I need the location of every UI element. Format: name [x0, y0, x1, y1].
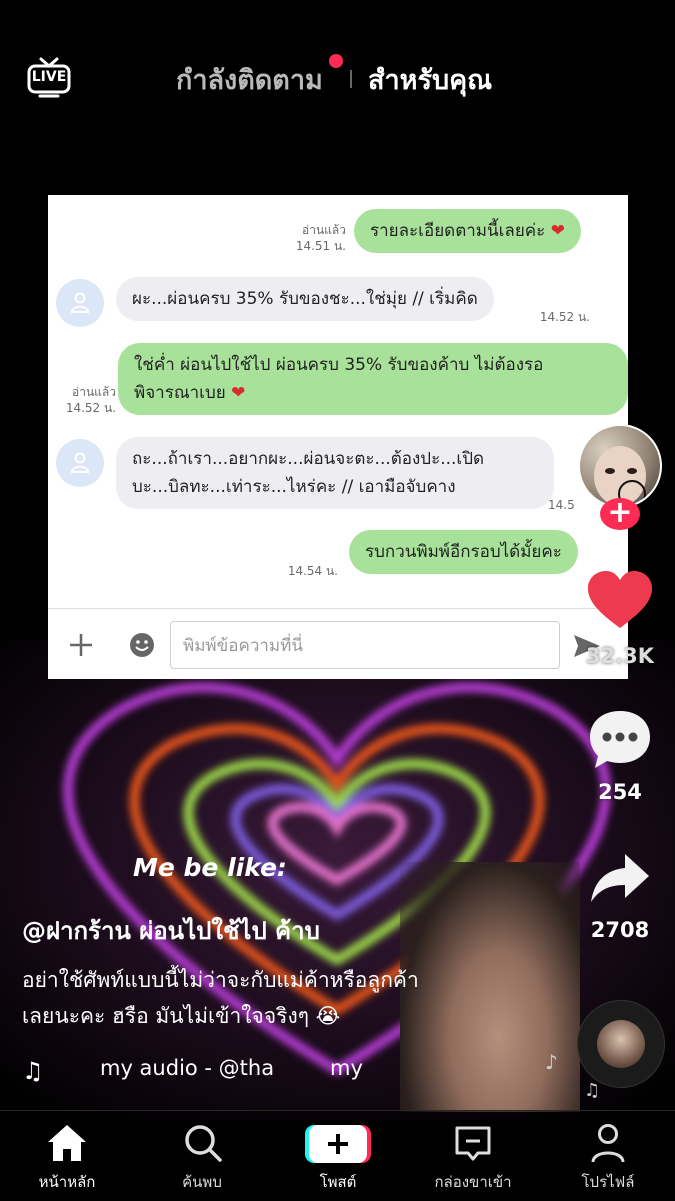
nav-inbox[interactable]: กล่องขาเข้า: [418, 1111, 528, 1201]
nav-label: กล่องขาเข้า: [434, 1173, 512, 1191]
read-status: อ่านแล้ว: [72, 385, 116, 399]
create-post-icon: [305, 1125, 371, 1163]
music-note-icon: ♫: [22, 1057, 44, 1085]
tab-divider: [350, 70, 352, 88]
nav-discover[interactable]: ค้นพบ: [147, 1111, 257, 1201]
like-count: 32.3K: [585, 644, 655, 668]
contact-avatar: [56, 279, 104, 327]
nav-post[interactable]: โพสต์: [283, 1111, 393, 1201]
contact-avatar: [56, 439, 104, 487]
nav-label: ค้นพบ: [182, 1173, 222, 1191]
floating-note-icon: ♫: [584, 1080, 601, 1101]
inbox-icon: [455, 1126, 491, 1161]
heart-icon[interactable]: [586, 570, 654, 630]
heart-emoji-icon: ❤: [550, 221, 565, 241]
floating-note-icon: ♪: [545, 1050, 558, 1074]
live-icon[interactable]: LIVE: [26, 56, 72, 100]
message-time: 14.51 น.: [295, 239, 346, 253]
heart-emoji-icon: ❤: [231, 383, 246, 403]
caption-line: อย่าใช้ศัพท์แบบนี้ไม่ว่าจะกับแม่ค้าหรือล…: [22, 968, 419, 992]
message-meta: อ่านแล้ว 14.52 น.: [50, 384, 116, 416]
nav-label: หน้าหลัก: [38, 1173, 96, 1191]
tab-for-you[interactable]: สำหรับคุณ: [368, 58, 492, 101]
audio-title[interactable]: my audio - @tha: [100, 1056, 274, 1080]
chat-bubble-received: ผะ...ผ่อนครบ 35% รับของชะ...ใช่มุ่ย // เ…: [116, 277, 494, 321]
home-icon: [48, 1125, 86, 1161]
video-caption: อย่าใช้ศัพท์แบบนี้ไม่ว่าจะกับแม่ค้าหรือล…: [22, 962, 532, 1034]
comment-count: 254: [598, 780, 642, 804]
chat-screenshot: อ่านแล้ว 14.51 น. รายละเอียดตามนี้เลยค่ะ…: [48, 195, 628, 679]
message-time: 14.54 น.: [287, 564, 338, 578]
chat-bubble-sent: ใช่ค่ำ ผ่อนไปใช้ไป ผ่อนครบ 35% รับของค้า…: [118, 343, 628, 415]
music-disc-cover: [597, 1020, 645, 1068]
message-line: พิจารณาเบย: [134, 383, 226, 403]
notification-dot: [329, 54, 343, 68]
chat-bubble-sent: รบกวนพิมพ์อีกรอบได้มั้ยคะ: [349, 530, 578, 574]
audio-title-scroll[interactable]: my: [330, 1056, 363, 1080]
share-count: 2708: [590, 918, 650, 942]
comment-icon[interactable]: [587, 708, 653, 770]
profile-icon: [591, 1124, 625, 1163]
follow-plus-button[interactable]: +: [600, 498, 640, 530]
video-author[interactable]: @ฝากร้าน ผ่อนไปใช้ไป ค้าบ: [22, 911, 320, 950]
nav-label: โพสต์: [319, 1173, 357, 1191]
caption-line: เลยนะคะ ฮรือ มันไม่เข้าใจจริงๆ 😭: [22, 1004, 341, 1028]
emoji-icon: [130, 633, 154, 657]
chat-bubble-sent: รายละเอียดตามนี้เลยค่ะ ❤: [354, 209, 581, 253]
chat-input-bar: พิมพ์ข้อความที่นี่: [48, 608, 628, 679]
message-line: ใช่ค่ำ ผ่อนไปใช้ไป ผ่อนครบ 35% รับของค้า…: [134, 355, 544, 375]
message-text: รายละเอียดตามนี้เลยค่ะ: [370, 221, 546, 241]
share-arrow-icon[interactable]: [589, 852, 651, 904]
message-input: พิมพ์ข้อความที่นี่: [170, 621, 560, 669]
message-line: ถะ...ถ้าเรา...อยากผะ...ผ่อนจะตะ...ต้องปะ…: [132, 449, 485, 469]
tab-following[interactable]: กำลังติดตาม: [176, 58, 323, 101]
read-status: อ่านแล้ว: [302, 223, 346, 237]
chat-bubble-received: ถะ...ถ้าเรา...อยากผะ...ผ่อนจะตะ...ต้องปะ…: [116, 437, 554, 509]
bottom-nav: หน้าหลัก ค้นพบ โพสต์ กล่องขาเข้า โปรไฟล์: [0, 1110, 675, 1201]
nav-label: โปรไฟล์: [581, 1173, 635, 1191]
music-disc[interactable]: [577, 1000, 665, 1088]
plus-icon: [70, 634, 92, 656]
search-icon: [185, 1125, 222, 1162]
message-time: 14.52 น.: [539, 310, 590, 324]
video-overlay-text: Me be like:: [133, 853, 287, 882]
message-time: 14.5: [548, 498, 575, 512]
nav-profile[interactable]: โปรไฟล์: [553, 1111, 663, 1201]
message-meta: อ่านแล้ว 14.51 น.: [276, 222, 346, 254]
message-line: บะ...บิลทะ...เท่าระ...ไหร่คะ // เอามือจั…: [132, 477, 456, 497]
message-time: 14.52 น.: [65, 401, 116, 415]
nav-home[interactable]: หน้าหลัก: [12, 1111, 122, 1201]
live-label: LIVE: [31, 69, 67, 85]
